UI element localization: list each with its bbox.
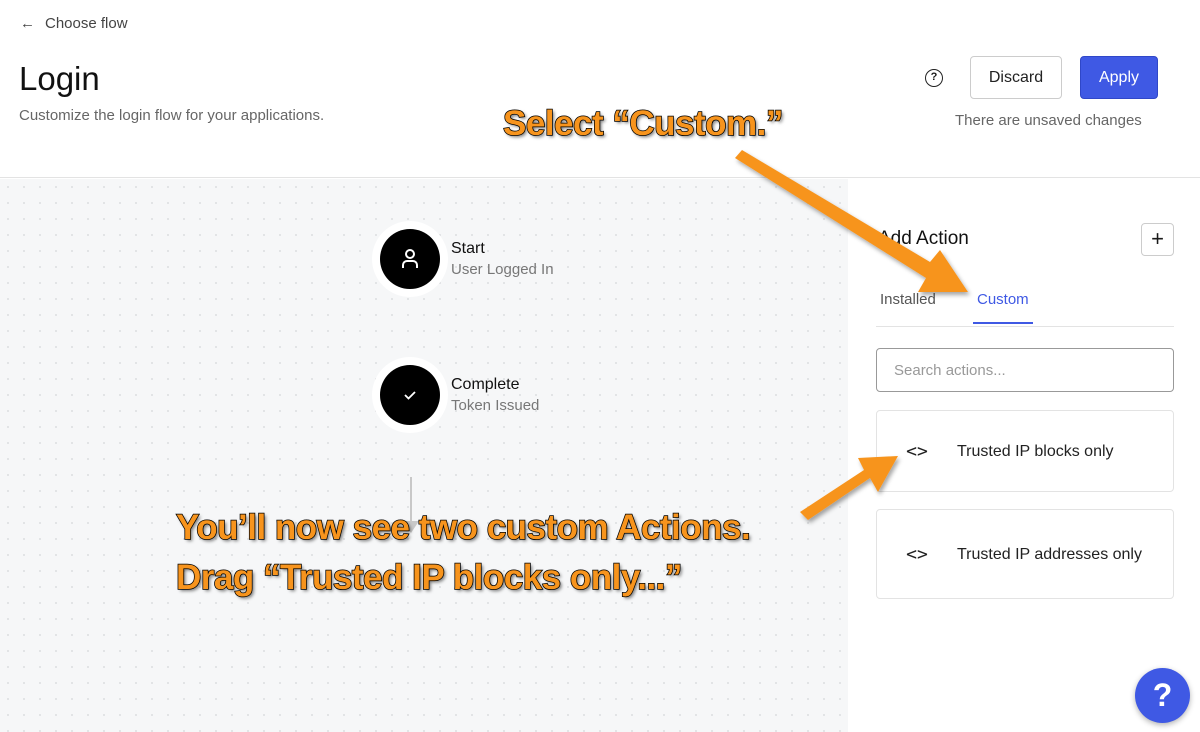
annotation-line-1: You’ll now see two custom Actions. [175, 507, 751, 548]
annotation-arrow [735, 150, 968, 292]
annotation-select-custom: Select “Custom.” [502, 103, 784, 144]
annotation-line-2: Drag “Trusted IP blocks only...” [175, 557, 683, 598]
annotation-arrow [800, 456, 898, 520]
help-button[interactable]: ? [1135, 668, 1190, 723]
